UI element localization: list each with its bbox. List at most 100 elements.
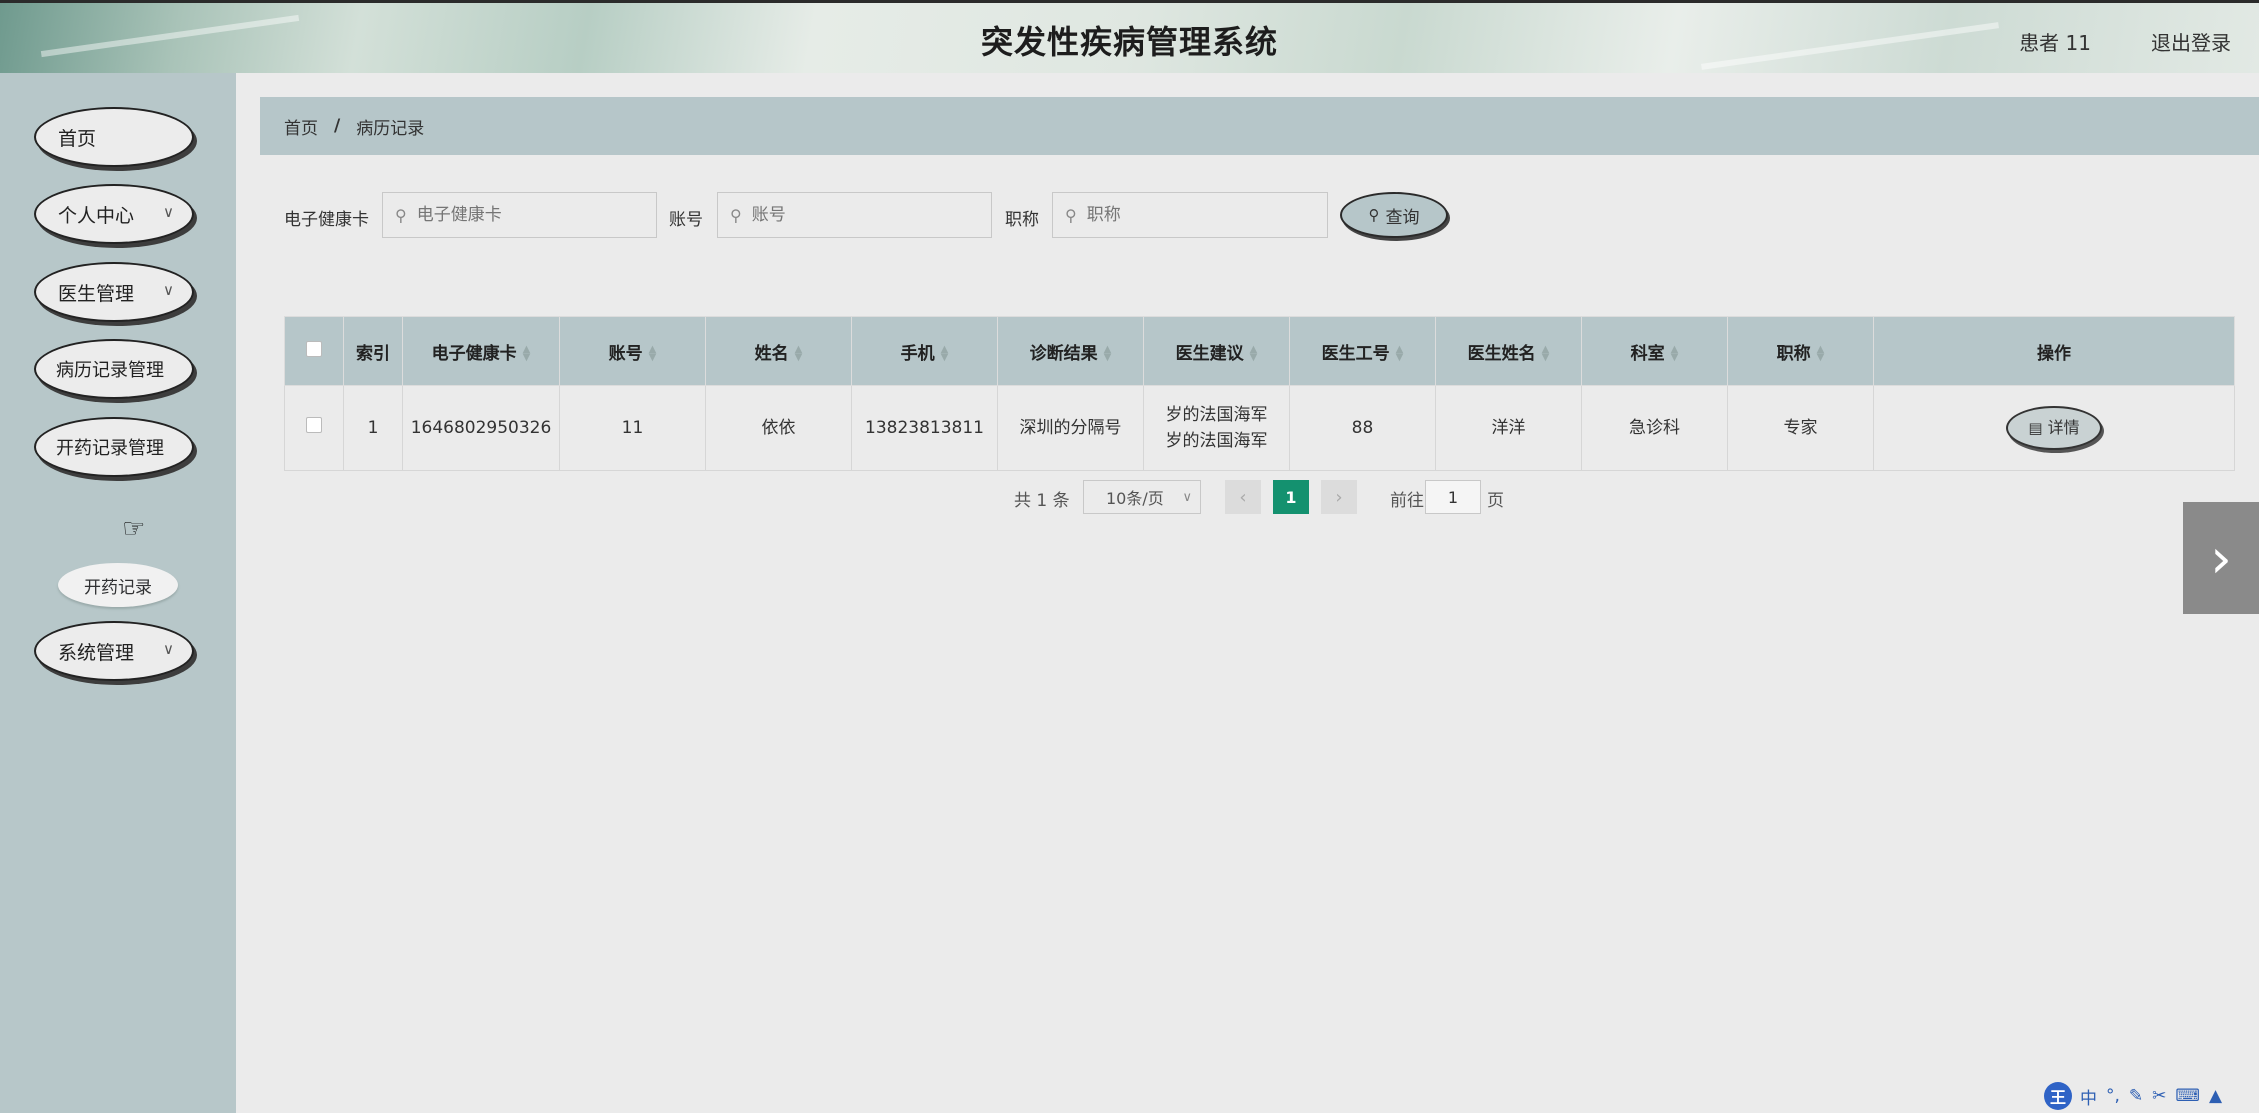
column-header-label: 索引: [356, 343, 390, 364]
column-header-sortable[interactable]: 诊断结果 ▲ ▼: [997, 316, 1144, 386]
sidebar-item-medical-record-management[interactable]: 病历记录管理: [34, 339, 194, 399]
column-header-sortable[interactable]: 姓名 ▲ ▼: [705, 316, 852, 386]
ime-mode[interactable]: 中: [2080, 1084, 2097, 1109]
cell-actions: ▤ 详情: [1873, 385, 2235, 471]
sidebar-item-personal-center[interactable]: 个人中心 ∨: [34, 184, 194, 244]
sidebar-item-system-management[interactable]: 系统管理 ∨: [34, 621, 194, 681]
column-header-sortable[interactable]: 医生工号 ▲ ▼: [1289, 316, 1436, 386]
search-label-account: 账号: [669, 210, 703, 230]
ime-toolbar[interactable]: 王 中 °, ✎ ✂ ⌨ ▲: [2044, 1082, 2231, 1110]
card-search-input[interactable]: [414, 204, 638, 226]
query-button-label: 查询: [1385, 207, 1420, 228]
sort-icon[interactable]: ▲ ▼: [941, 344, 949, 362]
goto-label: 前往: [1390, 491, 1424, 511]
sidebar-item-label: 首页: [58, 127, 97, 150]
chevron-left-icon: ‹: [1239, 486, 1247, 508]
card-search-field[interactable]: ⚲: [382, 192, 657, 238]
sort-icon[interactable]: ▲ ▼: [1104, 344, 1112, 362]
column-header-label: 账号: [608, 343, 643, 364]
cell-doctor-id: 88: [1289, 385, 1436, 471]
sidebar-item-label: 开药记录管理: [56, 438, 164, 459]
breadcrumb-separator: /: [334, 116, 341, 136]
search-icon: ⚲: [1065, 205, 1077, 225]
sidebar-item-label: 医生管理: [58, 282, 135, 305]
column-header-sortable[interactable]: 账号 ▲ ▼: [559, 316, 706, 386]
sort-icon[interactable]: ▲ ▼: [1817, 344, 1825, 362]
column-header-sortable[interactable]: 手机 ▲ ▼: [851, 316, 998, 386]
page-number-current[interactable]: 1: [1273, 480, 1309, 514]
punctuation-icon[interactable]: °,: [2106, 1086, 2120, 1106]
column-header-label: 医生工号: [1321, 343, 1390, 364]
column-header-label: 电子健康卡: [431, 343, 517, 364]
page-suffix: 页: [1487, 491, 1504, 511]
chevron-right-icon: ›: [2210, 526, 2232, 590]
query-button[interactable]: ⚲ 查询: [1340, 192, 1448, 238]
chevron-right-icon: ›: [1335, 486, 1343, 508]
prev-page-button[interactable]: ‹: [1225, 480, 1261, 514]
sort-icon[interactable]: ▲ ▼: [1671, 344, 1679, 362]
top-header: 突发性疾病管理系统 患者 11 退出登录: [0, 0, 2259, 73]
sort-icon[interactable]: ▲ ▼: [1250, 344, 1258, 362]
column-header-sortable[interactable]: 医生姓名 ▲ ▼: [1435, 316, 1582, 386]
sidebar-item-label: 病历记录管理: [56, 360, 164, 381]
select-all-checkbox[interactable]: [306, 340, 322, 357]
sort-icon[interactable]: ▲ ▼: [795, 344, 803, 362]
sidebar-subitem-prescription-record[interactable]: 开药记录: [58, 563, 178, 607]
goto-page-input[interactable]: [1425, 480, 1481, 514]
select-all-checkbox-cell[interactable]: [284, 316, 344, 386]
shirt-icon[interactable]: ▲: [2209, 1086, 2222, 1106]
column-header-label: 科室: [1630, 343, 1665, 364]
sidebar-item-home[interactable]: 首页: [34, 107, 194, 167]
sidebar-item-label: 个人中心: [58, 204, 135, 227]
scissors-icon[interactable]: ✂: [2152, 1086, 2166, 1106]
title-search-input[interactable]: [1084, 204, 1308, 226]
row-checkbox-cell[interactable]: [284, 385, 344, 471]
cell-account: 11: [559, 385, 706, 471]
search-icon: ⚲: [395, 205, 407, 225]
account-search-field[interactable]: ⚲: [717, 192, 992, 238]
column-header-label: 诊断结果: [1029, 343, 1098, 364]
keyboard-icon[interactable]: ⌨: [2175, 1086, 2200, 1106]
slide-next-button[interactable]: ›: [2183, 502, 2259, 614]
next-page-button[interactable]: ›: [1321, 480, 1357, 514]
sort-icon[interactable]: ▲ ▼: [523, 344, 531, 362]
column-header-sortable[interactable]: 科室 ▲ ▼: [1581, 316, 1728, 386]
sidebar-item-doctor-management[interactable]: 医生管理 ∨: [34, 262, 194, 322]
cell-diagnosis: 深圳的分隔号: [997, 385, 1144, 471]
current-user: 患者 11: [2019, 31, 2091, 55]
account-search-input[interactable]: [749, 204, 973, 226]
cell-title: 专家: [1727, 385, 1874, 471]
sort-icon[interactable]: ▲ ▼: [649, 344, 657, 362]
logout-link[interactable]: 退出登录: [2151, 27, 2231, 56]
search-label-title: 职称: [1005, 210, 1039, 230]
column-header: 索引: [343, 316, 403, 386]
chevron-down-icon: ∨: [1182, 489, 1192, 505]
cell-advice: 岁的法国海军岁的法国海军: [1143, 385, 1290, 471]
sidebar-subitem-label: 开药记录: [84, 577, 152, 598]
chevron-down-icon: ∨: [163, 281, 174, 299]
cell-phone: 13823813811: [851, 385, 998, 471]
cell-name: 依依: [705, 385, 852, 471]
column-header-sortable[interactable]: 医生建议 ▲ ▼: [1143, 316, 1290, 386]
chevron-down-icon: ∨: [163, 640, 174, 658]
column-header-label: 手机: [900, 343, 935, 364]
title-search-field[interactable]: ⚲: [1052, 192, 1328, 238]
detail-button-label: 详情: [2047, 418, 2080, 437]
breadcrumb: 首页 / 病历记录: [260, 97, 2259, 155]
column-header-sortable[interactable]: 职称 ▲ ▼: [1727, 316, 1874, 386]
cell-index: 1: [343, 385, 403, 471]
ime-logo-icon[interactable]: 王: [2044, 1082, 2072, 1110]
detail-button[interactable]: ▤ 详情: [2006, 406, 2102, 450]
cell-health-card: 1646802950326: [402, 385, 560, 471]
sidebar-item-label: 系统管理: [58, 641, 135, 664]
sort-icon[interactable]: ▲ ▼: [1396, 344, 1404, 362]
column-header-sortable[interactable]: 电子健康卡 ▲ ▼: [402, 316, 560, 386]
table-header-row: 索引 电子健康卡 ▲ ▼ 账号 ▲ ▼ 姓名 ▲ ▼ 手机 ▲ ▼ 诊断结果 ▲ ▼ 医生建议 ▲ ▼ …: [284, 316, 2235, 386]
breadcrumb-home[interactable]: 首页: [284, 114, 318, 139]
pen-icon[interactable]: ✎: [2129, 1086, 2143, 1106]
row-checkbox[interactable]: [306, 417, 322, 433]
sidebar-item-prescription-management[interactable]: 开药记录管理: [34, 417, 194, 477]
page-size-value: 10条/页: [1106, 489, 1164, 508]
sort-icon[interactable]: ▲ ▼: [1542, 344, 1550, 362]
page-size-select[interactable]: 10条/页 ∨: [1083, 480, 1201, 514]
